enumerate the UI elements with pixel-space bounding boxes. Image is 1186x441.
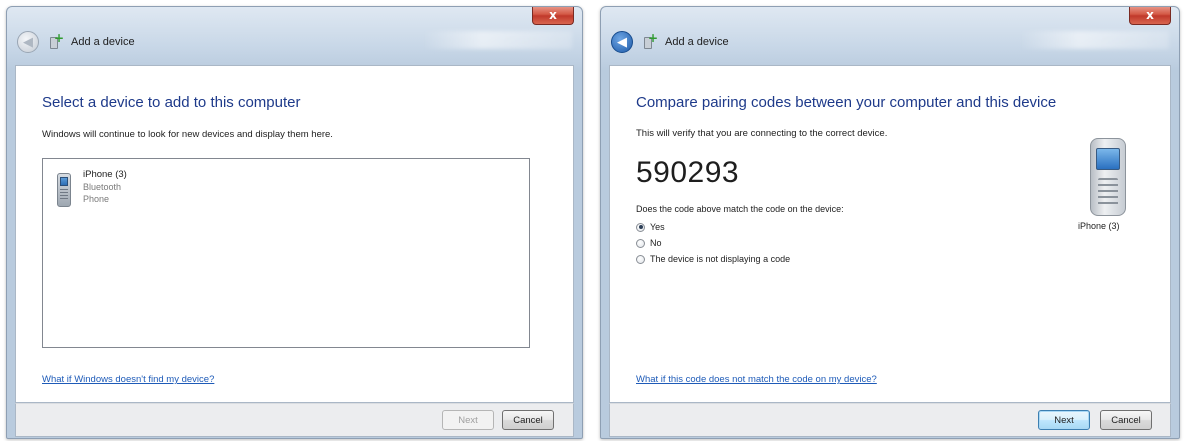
- device-name: iPhone (3): [83, 169, 127, 180]
- help-link[interactable]: What if this code does not match the cod…: [636, 374, 877, 385]
- radio-yes[interactable]: [636, 222, 645, 232]
- instruction-text: Windows will continue to look for new de…: [42, 129, 333, 140]
- option-label: The device is not displaying a code: [650, 254, 791, 264]
- titlebar: ◀ + Add a device: [611, 29, 729, 55]
- wizard-footer: Next Cancel: [609, 403, 1171, 437]
- pairing-code: 590293: [636, 156, 740, 189]
- close-button[interactable]: x: [532, 7, 574, 25]
- cancel-button[interactable]: Cancel: [502, 410, 554, 430]
- back-button[interactable]: ◀: [611, 31, 633, 53]
- match-question: Does the code above match the code on th…: [636, 204, 844, 214]
- titlebar-glass: [422, 31, 572, 49]
- back-arrow-icon: ◀: [617, 34, 627, 50]
- device-list-item[interactable]: iPhone (3) Bluetooth Phone: [57, 169, 127, 207]
- wizard-content: Compare pairing codes between your compu…: [609, 65, 1171, 403]
- option-no[interactable]: No: [636, 237, 790, 249]
- phone-icon: [57, 173, 71, 207]
- option-no-code[interactable]: The device is not displaying a code: [636, 253, 790, 265]
- page-heading: Compare pairing codes between your compu…: [636, 94, 1057, 111]
- titlebar: ◀ + Add a device: [17, 29, 135, 55]
- match-options: Yes No The device is not displaying a co…: [636, 221, 790, 265]
- option-yes[interactable]: Yes: [636, 221, 790, 233]
- next-button[interactable]: Next: [1038, 410, 1090, 430]
- wizard-footer: Next Cancel: [15, 403, 574, 437]
- device-list[interactable]: iPhone (3) Bluetooth Phone: [42, 158, 530, 348]
- window-title: Add a device: [665, 36, 729, 48]
- wizard-content: Select a device to add to this computer …: [15, 65, 574, 403]
- add-device-window-pairing: x ◀ + Add a device Compare pairing codes…: [600, 6, 1180, 439]
- phone-icon: [1090, 138, 1126, 216]
- next-button[interactable]: Next: [442, 410, 494, 430]
- device-label: iPhone (3): [1078, 221, 1120, 231]
- device-connection: Bluetooth: [83, 182, 122, 192]
- option-label: No: [650, 238, 662, 248]
- back-button[interactable]: ◀: [17, 31, 39, 53]
- radio-no[interactable]: [636, 238, 645, 248]
- add-device-icon: +: [47, 31, 64, 50]
- help-link[interactable]: What if Windows doesn't find my device?: [42, 374, 214, 385]
- option-label: Yes: [650, 222, 665, 232]
- instruction-text: This will verify that you are connecting…: [636, 128, 888, 139]
- add-device-icon: +: [641, 31, 658, 50]
- close-icon: x: [549, 8, 557, 22]
- page-heading: Select a device to add to this computer: [42, 94, 301, 111]
- cancel-button[interactable]: Cancel: [1100, 410, 1152, 430]
- close-button[interactable]: x: [1129, 7, 1171, 25]
- device-type: Phone: [83, 194, 110, 204]
- device-info: iPhone (3) Bluetooth Phone: [83, 169, 127, 207]
- add-device-window-select: x ◀ + Add a device Select a device to ad…: [6, 6, 583, 439]
- back-arrow-icon: ◀: [23, 34, 33, 50]
- titlebar-glass: [1019, 31, 1169, 49]
- close-icon: x: [1146, 8, 1154, 22]
- radio-no-code[interactable]: [636, 254, 645, 264]
- window-title: Add a device: [71, 36, 135, 48]
